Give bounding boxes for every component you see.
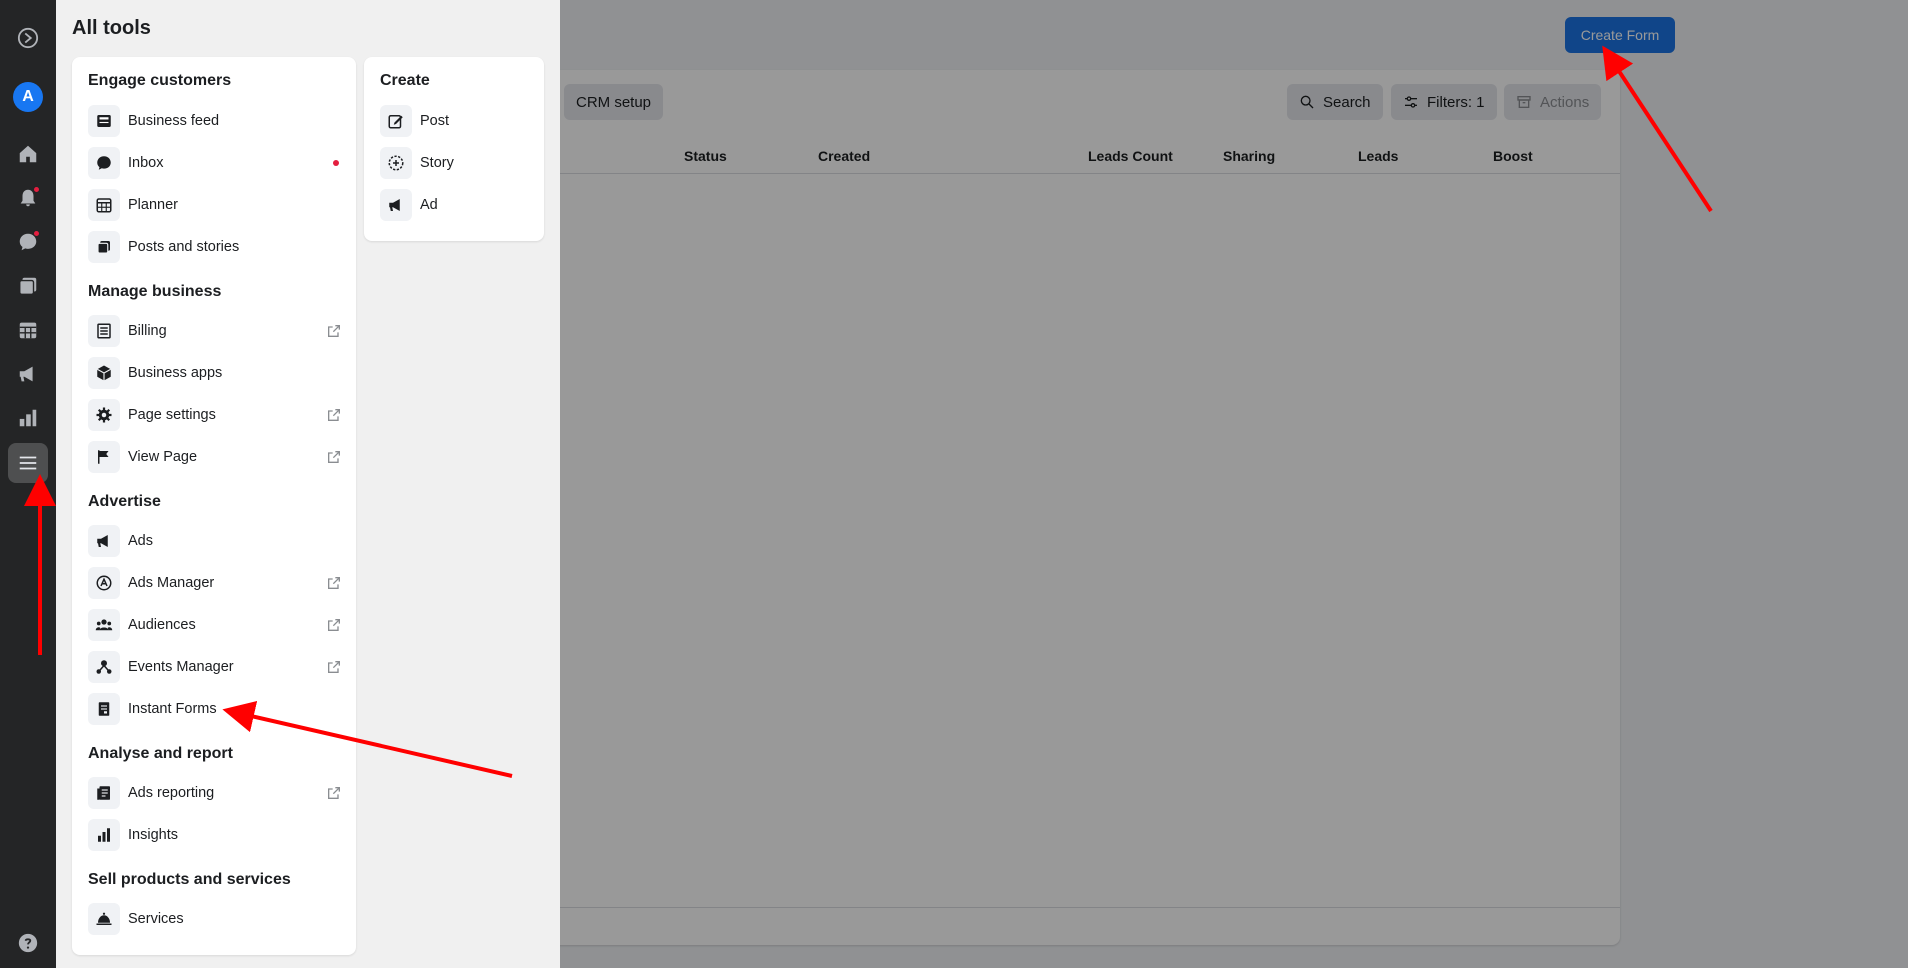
chat-bubble-icon xyxy=(97,156,111,170)
tool-inbox[interactable]: Inbox xyxy=(88,145,342,181)
story-icon xyxy=(388,155,404,171)
tool-ads[interactable]: Ads xyxy=(88,523,342,559)
tool-ads-manager[interactable]: Ads Manager xyxy=(88,565,342,601)
external-link-icon xyxy=(328,325,340,337)
external-link-icon xyxy=(328,787,340,799)
inbox-dot xyxy=(33,230,40,237)
edit-icon xyxy=(388,115,403,129)
external-link-icon xyxy=(328,619,340,631)
bar-chart-icon xyxy=(98,828,110,842)
tool-label: Page settings xyxy=(128,407,216,423)
create-column: Create Post Story Ad xyxy=(364,57,544,241)
tool-services[interactable]: Services xyxy=(88,901,342,937)
section-engage-title: Engage customers xyxy=(88,72,232,89)
create-story[interactable]: Story xyxy=(380,145,530,181)
tool-business-apps[interactable]: Business apps xyxy=(88,355,342,391)
section-create-title: Create xyxy=(380,72,430,89)
tool-label: Billing xyxy=(128,323,167,339)
help-icon xyxy=(18,933,38,953)
tool-label: Services xyxy=(128,911,184,927)
tool-audiences[interactable]: Audiences xyxy=(88,607,342,643)
posts-icon xyxy=(97,241,110,254)
home-icon xyxy=(19,145,37,163)
all-tools-panel: All tools Engage customers Business feed… xyxy=(56,0,560,968)
external-link-icon xyxy=(328,409,340,421)
ads-manager-icon xyxy=(96,575,112,591)
tools-column: Engage customers Business feed Inbox Pla… xyxy=(72,57,356,955)
posts-icon xyxy=(19,277,37,295)
tool-ads-reporting[interactable]: Ads reporting xyxy=(88,775,342,811)
events-icon xyxy=(96,660,112,674)
ads-nav-button[interactable] xyxy=(8,354,48,394)
menu-icon xyxy=(19,456,37,470)
tool-insights[interactable]: Insights xyxy=(88,817,342,853)
panel-title: All tools xyxy=(72,17,151,39)
tool-label: Post xyxy=(420,113,450,129)
tool-page-settings[interactable]: Page settings xyxy=(88,397,342,433)
tool-label: Ads reporting xyxy=(128,785,215,801)
unread-dot xyxy=(333,160,339,166)
tool-label: Insights xyxy=(128,827,178,843)
insights-nav-button[interactable] xyxy=(8,398,48,438)
tool-label: Planner xyxy=(128,197,178,213)
help-button[interactable] xyxy=(8,923,48,963)
notification-dot xyxy=(33,186,40,193)
posts-nav-button[interactable] xyxy=(8,266,48,306)
tool-business-feed[interactable]: Business feed xyxy=(88,103,342,139)
tool-label: Audiences xyxy=(128,617,196,633)
meta-logo-icon xyxy=(17,27,39,49)
avatar: A xyxy=(13,82,43,112)
feed-icon xyxy=(97,115,111,127)
section-manage-title: Manage business xyxy=(88,283,222,300)
tool-posts-and-stories[interactable]: Posts and stories xyxy=(88,229,342,265)
tool-label: View Page xyxy=(128,449,198,465)
all-tools-button[interactable] xyxy=(8,443,48,483)
tool-label: Events Manager xyxy=(128,659,234,675)
tool-label: Business apps xyxy=(128,365,223,381)
tool-label: Ads Manager xyxy=(128,575,215,591)
home-button[interactable] xyxy=(8,134,48,174)
external-link-icon xyxy=(328,451,340,463)
flag-icon xyxy=(98,450,109,464)
megaphone-icon xyxy=(389,199,400,211)
tool-label: Ad xyxy=(420,197,438,213)
calendar-icon xyxy=(96,198,112,213)
external-link-icon xyxy=(328,577,340,589)
tool-view-page[interactable]: View Page xyxy=(88,439,342,475)
tool-label: Posts and stories xyxy=(128,239,240,255)
account-avatar-button[interactable]: A xyxy=(8,77,48,117)
tool-label: Instant Forms xyxy=(128,701,217,717)
calendar-icon xyxy=(19,322,37,339)
create-post[interactable]: Post xyxy=(380,103,530,139)
tool-instant-forms[interactable]: Instant Forms xyxy=(88,691,342,727)
megaphone-icon xyxy=(19,366,33,382)
notifications-button[interactable] xyxy=(8,178,48,218)
report-icon xyxy=(97,786,110,800)
people-icon xyxy=(95,619,113,631)
inbox-nav-button[interactable] xyxy=(8,222,48,262)
create-ad[interactable]: Ad xyxy=(380,187,530,223)
tool-label: Inbox xyxy=(128,155,164,171)
service-bell-icon xyxy=(96,912,112,925)
section-analyse-title: Analyse and report xyxy=(88,745,233,762)
external-link-icon xyxy=(328,661,340,673)
tool-billing[interactable]: Billing xyxy=(88,313,342,349)
bar-chart-icon xyxy=(19,409,37,427)
tool-planner[interactable]: Planner xyxy=(88,187,342,223)
megaphone-icon xyxy=(97,535,108,547)
planner-nav-button[interactable] xyxy=(8,310,48,350)
tool-label: Business feed xyxy=(128,113,220,129)
billing-icon xyxy=(97,323,111,339)
meta-logo-button[interactable] xyxy=(8,18,48,58)
left-nav-rail: A xyxy=(0,0,56,968)
gear-icon xyxy=(96,407,112,423)
tool-label: Ads xyxy=(128,533,153,549)
section-sell-title: Sell products and services xyxy=(88,871,291,888)
cube-icon xyxy=(96,365,112,381)
section-advertise-title: Advertise xyxy=(88,493,161,510)
tool-label: Story xyxy=(420,155,454,171)
form-icon xyxy=(98,702,110,716)
tool-events-manager[interactable]: Events Manager xyxy=(88,649,342,685)
